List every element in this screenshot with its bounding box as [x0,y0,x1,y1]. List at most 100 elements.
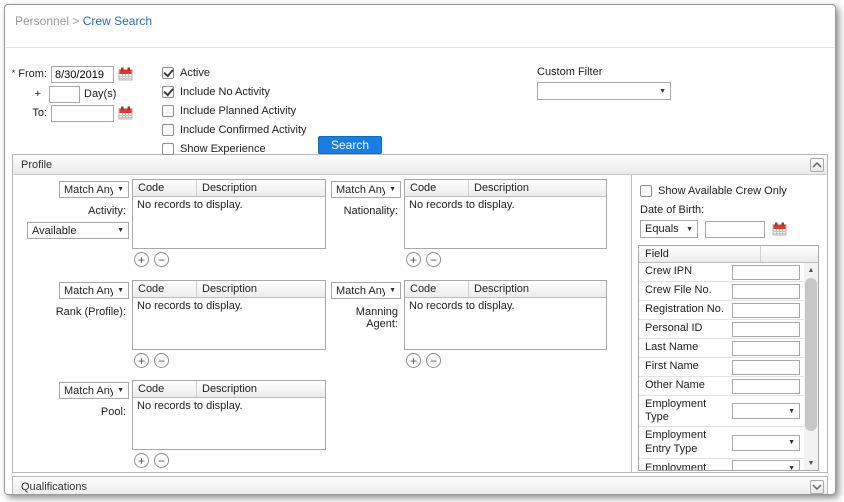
rank-remove-button[interactable]: − [154,353,169,368]
last-name-input[interactable] [732,341,800,356]
profile-section-title: Profile [21,159,52,171]
activity-match-select[interactable]: Match Any ▼ [59,181,129,198]
chevron-down-icon: ▼ [117,186,124,193]
search-button[interactable]: Search [318,136,382,154]
employment-type-label: Employment Type [639,396,732,426]
custom-filter-label: Custom Filter [537,66,602,78]
custom-filter-select[interactable]: ▼ [537,82,671,100]
qualifications-section-header[interactable]: Qualifications [13,477,827,495]
manning-agent-remove-button[interactable]: − [426,353,441,368]
nationality-label: Nationality: [323,205,401,217]
days-input[interactable] [49,86,80,103]
chevron-down-icon [812,483,822,491]
nationality-table: Code Description No records to display. [404,179,607,249]
nationality-remove-button[interactable]: − [426,252,441,267]
table-row: Employment Type ▼ [639,396,804,427]
registration-no-label: Registration No. [639,301,732,318]
code-column-header: Code [133,381,197,397]
include-confirmed-activity-label: Include Confirmed Activity [180,124,307,136]
manning-agent-match-select[interactable]: Match Any ▼ [331,282,401,299]
profile-collapse-button[interactable] [810,158,824,172]
dob-operator-select[interactable]: Equals ▼ [640,220,698,238]
checkbox-row: Show Experience [162,142,307,155]
dob-calendar-icon[interactable] [772,222,787,236]
activity-filter-group: Match Any ▼ Activity: Available ▼ [27,179,326,267]
table-row: Crew File No. [639,282,804,301]
include-no-activity-checkbox[interactable] [162,86,174,98]
description-column-header: Description [197,383,325,395]
qualifications-expand-button[interactable] [810,480,824,494]
crew-file-no-input[interactable] [732,284,800,299]
dob-input[interactable] [705,221,765,238]
days-plus-label: + [5,88,41,100]
pool-filter-group: Match Any ▼ Pool: Code Description [27,380,326,468]
manning-agent-filter-group: Match Any ▼ Manning Agent: Code Descript… [323,280,607,368]
employment-entry-type-select[interactable]: ▼ [732,435,800,451]
show-available-crew-label: Show Available Crew Only [658,185,787,197]
from-calendar-icon[interactable] [118,67,133,81]
employment-type-select[interactable]: ▼ [732,403,800,419]
chevron-down-icon: ▼ [788,408,795,415]
code-column-header: Code [133,281,197,297]
checkbox-row: Include Confirmed Activity [162,123,307,136]
field-column-header: Field [639,246,761,262]
employment-entry-type-label: Employment Entry Type [639,427,732,457]
nationality-add-button[interactable]: + [406,252,421,267]
activity-add-button[interactable]: + [134,252,149,267]
nationality-match-select[interactable]: Match Any ▼ [331,181,401,198]
include-planned-activity-checkbox[interactable] [162,105,174,117]
first-name-label: First Name [639,358,732,375]
profile-section-header[interactable]: Profile [13,155,827,174]
crew-ipn-input[interactable] [732,265,800,280]
to-date-input[interactable] [51,105,114,122]
pool-add-button[interactable]: + [134,453,149,468]
other-name-input[interactable] [732,379,800,394]
scroll-up-button[interactable]: ▲ [804,263,818,277]
from-date-input[interactable] [51,66,114,83]
crew-ipn-label: Crew IPN [639,263,732,280]
crew-criteria-panel: Show Available Crew Only Date of Birth: … [631,175,827,472]
description-column-header: Description [469,283,606,295]
chevron-down-icon: ▼ [686,226,693,233]
manning-agent-table: Code Description No records to display. [404,280,607,350]
include-confirmed-activity-checkbox[interactable] [162,124,174,136]
show-experience-checkbox[interactable] [162,143,174,155]
breadcrumb-separator: > [72,14,79,28]
manning-agent-add-button[interactable]: + [406,353,421,368]
activity-checkbox-group: Active Include No Activity Include Plann… [162,66,307,161]
activity-available-select[interactable]: Available ▼ [27,222,129,239]
employment-select[interactable]: ▼ [732,460,800,470]
breadcrumb-section: Personnel [15,14,69,28]
scroll-down-button[interactable]: ▼ [804,456,818,470]
to-calendar-icon[interactable] [118,106,133,120]
nationality-filter-group: Match Any ▼ Nationality: Code Descriptio… [323,179,607,267]
first-name-input[interactable] [732,360,800,375]
manning-agent-label: Manning Agent: [323,306,401,330]
from-label: * From: [5,68,47,80]
table-row: Crew IPN [639,263,804,282]
chevron-up-icon [812,161,822,169]
activity-empty-text: No records to display. [133,197,325,248]
active-checkbox-label: Active [180,67,210,79]
registration-no-input[interactable] [732,303,800,318]
pool-remove-button[interactable]: − [154,453,169,468]
scrollbar-thumb[interactable] [805,278,817,431]
rank-add-button[interactable]: + [134,353,149,368]
chevron-down-icon: ▼ [117,387,124,394]
code-column-header: Code [133,180,197,196]
rank-table: Code Description No records to display. [132,280,326,350]
chevron-down-icon: ▼ [788,465,795,470]
active-checkbox[interactable] [162,67,174,79]
show-available-crew-checkbox[interactable] [640,185,652,197]
pool-match-select[interactable]: Match Any ▼ [59,382,129,399]
days-label: Day(s) [84,88,144,100]
rank-match-select[interactable]: Match Any ▼ [59,282,129,299]
chevron-down-icon: ▼ [117,227,124,234]
personal-id-input[interactable] [732,322,800,337]
description-column-header: Description [469,182,606,194]
field-table-scrollbar[interactable]: ▲ ▼ [804,263,818,470]
profile-body: Match Any ▼ Activity: Available ▼ [13,174,827,472]
date-of-birth-label: Date of Birth: [640,204,704,216]
date-of-birth-row: Equals ▼ [640,220,787,238]
activity-remove-button[interactable]: − [154,252,169,267]
